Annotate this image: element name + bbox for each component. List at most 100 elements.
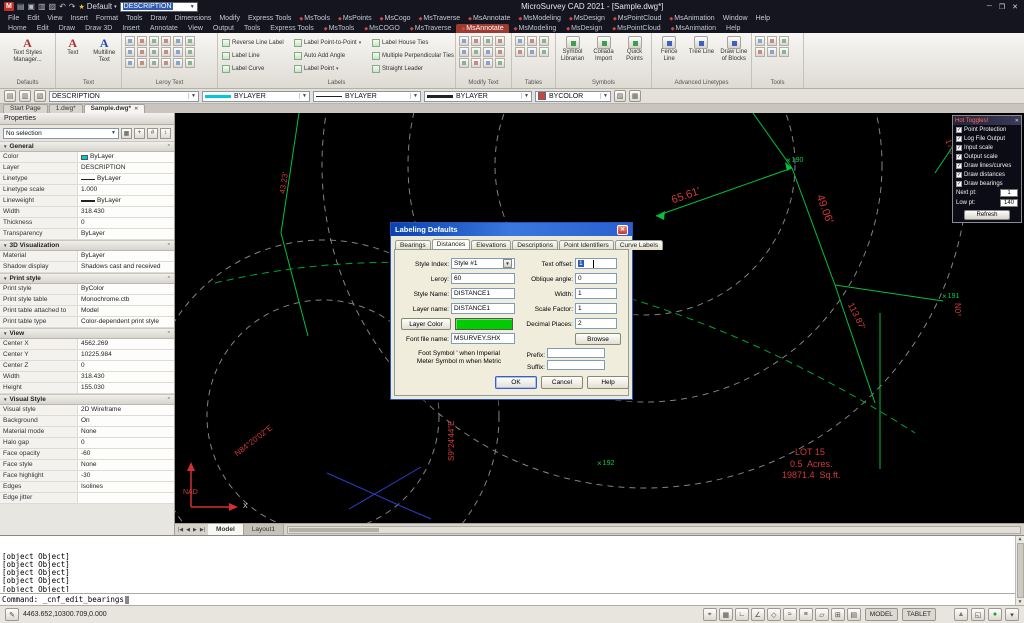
tables-tool-icon[interactable] [515, 47, 525, 57]
dynamic-input-toggle-icon[interactable]: ⊞ [831, 608, 845, 621]
document-tab[interactable]: Start Page✕ [3, 104, 48, 113]
esnap-toggle-icon[interactable]: ◇ [767, 608, 781, 621]
next-layout-icon[interactable]: ▶ [192, 527, 198, 533]
property-row[interactable]: Thickness 0 [0, 218, 174, 229]
tables-tool-icon[interactable] [539, 47, 549, 57]
property-value[interactable]: 1.000 [78, 185, 174, 195]
ribbon-tab[interactable]: MsDesign [561, 24, 607, 33]
property-value[interactable]: None [78, 427, 174, 437]
ribbon-group-label[interactable]: Tables [512, 79, 555, 88]
menu-item[interactable]: Window [719, 15, 752, 22]
first-layout-icon[interactable]: |◀ [177, 527, 184, 533]
snap-toggle-icon[interactable]: ⌖ [703, 608, 717, 621]
menu-item[interactable]: MsCogo [376, 15, 415, 22]
tables-tool-icon[interactable] [527, 36, 537, 46]
hot-toggle-item[interactable]: ✓ Input scale [953, 143, 1021, 152]
property-value[interactable]: ByLayer [78, 229, 174, 239]
menu-item[interactable]: Help [752, 15, 774, 22]
property-value[interactable]: 318.430 [78, 207, 174, 217]
document-tab[interactable]: Sample.dwg*✕ [84, 104, 146, 113]
property-row[interactable]: Linetype scale 1.000 [0, 185, 174, 196]
hot-toggle-item[interactable]: ✓ Draw distances [953, 170, 1021, 179]
leroy-tool-icon[interactable] [149, 36, 159, 46]
modify-text-tool-icon[interactable] [495, 36, 505, 46]
close-icon[interactable]: ✕ [1015, 118, 1019, 124]
scrollbar-thumb[interactable] [289, 528, 379, 532]
modify-text-tool-icon[interactable] [471, 36, 481, 46]
dialog-tab[interactable]: Distances [432, 239, 471, 249]
tools-tool-icon[interactable] [779, 36, 789, 46]
scrollbar-thumb[interactable] [1017, 543, 1024, 598]
ribbon-group-label[interactable]: Defaults [0, 79, 55, 88]
label-tool-button[interactable]: Label Point-to-Point▾ [292, 36, 370, 49]
ribbon-tab[interactable]: MsCOGO [359, 24, 405, 33]
next-pt-field[interactable]: 1 [1000, 189, 1018, 197]
save-icon[interactable]: ▥ [38, 2, 46, 12]
property-row[interactable]: Center Z 0 [0, 361, 174, 372]
property-value[interactable]: Model [78, 306, 174, 316]
tables-tool-icon[interactable] [527, 47, 537, 57]
tools-tool-icon[interactable] [755, 47, 765, 57]
property-value[interactable]: Isolines [78, 482, 174, 492]
ribbon-tab[interactable]: MsPointCloud [607, 24, 665, 33]
scale-factor-field[interactable]: 1 [575, 303, 617, 314]
menu-item[interactable]: Dimensions [171, 15, 216, 22]
tablet-toggle[interactable]: TABLET [902, 608, 936, 621]
linetype-tool-button[interactable]: Tree Line [686, 35, 716, 57]
property-value[interactable]: Color-dependent print style [78, 317, 174, 327]
label-tool-button[interactable]: Label Line▾ [220, 49, 292, 62]
menu-item[interactable]: MsTools [295, 15, 334, 22]
label-tool-button[interactable]: Reverse Line Label▾ [220, 36, 292, 49]
leroy-tool-icon[interactable] [161, 58, 171, 68]
menu-item[interactable]: Express Tools [244, 15, 295, 22]
property-value[interactable]: DESCRIPTION [78, 163, 174, 173]
property-row[interactable]: Material ByLayer [0, 251, 174, 262]
hot-toggle-item[interactable]: ✓ Point Protection [953, 125, 1021, 134]
scroll-down-icon[interactable]: ▼ [1018, 599, 1021, 605]
hot-toggle-item[interactable]: ✓ Output scale [953, 152, 1021, 161]
menu-item[interactable]: Edit [23, 15, 43, 22]
restore-button[interactable]: ❐ [999, 3, 1005, 11]
menu-item[interactable]: MsTraverse [415, 15, 465, 22]
ok-button[interactable]: OK [495, 376, 537, 389]
leroy-tool-icon[interactable] [125, 36, 135, 46]
layers-manager-icon[interactable]: ▤ [4, 90, 16, 102]
ribbon-group-label[interactable]: Tools [752, 79, 803, 88]
selection-combobox[interactable]: No selection ▼ [3, 128, 119, 139]
ortho-toggle-icon[interactable]: ∟ [735, 608, 749, 621]
ribbon-group-label[interactable]: Labels [218, 79, 455, 88]
modify-text-tool-icon[interactable] [483, 58, 493, 68]
style-name-field[interactable]: DISTANCE1 [451, 288, 515, 299]
ribbon-tab[interactable]: View [183, 24, 208, 33]
property-value[interactable]: 4562.269 [78, 339, 174, 349]
property-value[interactable]: 155.030 [78, 383, 174, 393]
symbols-tool-button[interactable]: Quick Points [620, 35, 649, 63]
property-row[interactable]: Layer DESCRIPTION [0, 163, 174, 174]
close-button[interactable]: ✕ [1012, 3, 1018, 11]
menu-item[interactable]: MsPoints [334, 15, 376, 22]
modify-text-tool-icon[interactable] [483, 36, 493, 46]
menu-item[interactable]: Tools [122, 15, 146, 22]
color-picker-icon[interactable]: ▨ [614, 90, 626, 102]
property-row[interactable]: Center X 4562.269 [0, 339, 174, 350]
ribbon-tab[interactable]: Tools [239, 24, 265, 33]
menu-item[interactable]: MsPointCloud [609, 15, 665, 22]
tables-tool-icon[interactable] [515, 36, 525, 46]
cancel-button[interactable]: Cancel [541, 376, 583, 389]
hot-toggles-titlebar[interactable]: Hot Toggles! ✕ [953, 116, 1021, 125]
layer-states-icon[interactable]: ▥ [19, 90, 31, 102]
property-row[interactable]: Linetype ByLayer [0, 174, 174, 185]
leroy-tool-icon[interactable] [173, 58, 183, 68]
ribbon-tab[interactable]: MsTools [319, 24, 360, 33]
undo-icon[interactable]: ↶ [59, 2, 66, 12]
settings-icon[interactable]: ▦ [629, 90, 641, 102]
oblique-angle-field[interactable]: 0 [575, 273, 617, 284]
checkbox[interactable]: ✓ [956, 145, 962, 151]
menu-item[interactable]: MsAnnotate [464, 15, 514, 22]
menu-item[interactable]: Format [92, 15, 122, 22]
linetype-tool-button[interactable]: Draw Line of Blocks [719, 35, 749, 63]
last-layout-icon[interactable]: ▶| [199, 527, 206, 533]
ribbon-group-label[interactable]: Modify Text [456, 79, 511, 88]
hot-toggle-item[interactable]: ✓ Log File Output [953, 134, 1021, 143]
minimize-button[interactable]: ─ [987, 3, 992, 11]
